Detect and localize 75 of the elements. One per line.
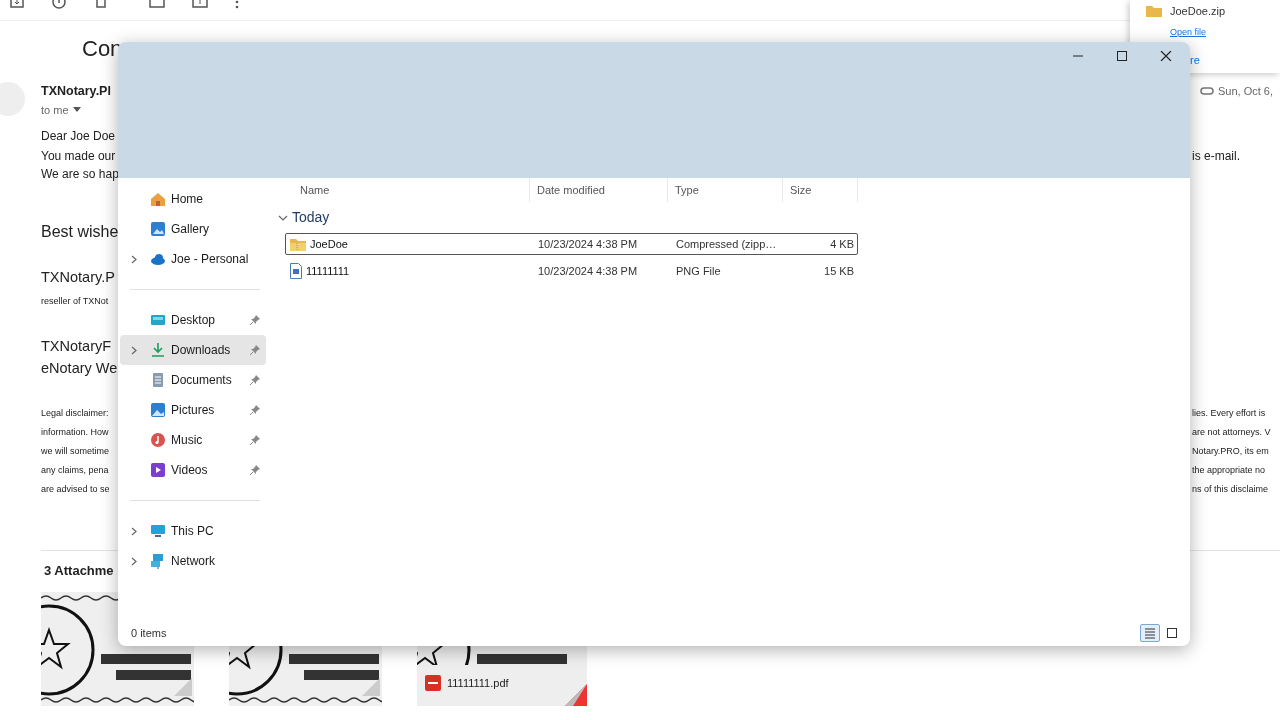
signature-text: TXNotary.P [41,268,115,288]
body-text: is e-mail. [1192,147,1241,165]
file-name: JoeDoe.zip [1170,4,1226,18]
file-date: 10/23/2024 4:38 PM [537,263,639,279]
details-view-icon [1144,626,1156,640]
music-icon [150,432,166,448]
show-more-link[interactable]: re [1190,52,1200,69]
open-file-link[interactable]: Open file [1170,27,1207,37]
column-header[interactable]: Name [285,178,530,202]
column-header[interactable]: Date modified [530,178,668,202]
chevron-icon [278,214,288,221]
disclaimer-text: Notary.PRO, its em [1192,444,1270,458]
caret-icon[interactable] [72,107,81,113]
download-icon [150,342,166,358]
disclaimer-text: are not attorneys. V [1192,425,1272,439]
sidebar-item[interactable]: Pictures [120,395,266,425]
desktop-icon [150,312,166,328]
attachments-heading: 3 Attachme [44,562,114,581]
column-header[interactable]: Type [668,178,783,202]
disclaimer-text: ns of this disclaime [1192,482,1270,496]
disclaimer-text: Legal disclaimer: [41,406,109,420]
zip-folder-icon [290,237,306,251]
file-name: 11111111 [306,263,350,279]
file-type: Compressed (zipp… [675,236,778,252]
body-text: You made our [41,147,116,165]
folder-icon [1146,4,1162,17]
sidebar-item[interactable]: Home [120,184,266,214]
pdf-icon [425,675,441,692]
sender-name: TXNotary.Pl [41,82,111,100]
sidebar-item[interactable]: Documents [120,365,266,395]
attachment-icon [1200,86,1214,96]
sidebar-item[interactable]: Network [120,546,266,576]
corner-fold-icon [565,684,587,706]
file-date: 10/23/2024 4:38 PM [537,236,639,252]
file-size: 15 KB [823,263,855,279]
body-text: Dear Joe Doe [41,128,116,145]
file-name: JoeDoe [310,236,348,252]
network-icon [150,553,166,569]
sidebar-item[interactable]: Gallery [120,214,266,244]
disclaimer-text: any claims, pena [41,463,109,477]
group-header[interactable]: Today [278,207,1190,228]
status-text: 0 items [131,625,167,641]
disclaimer-text: information. How [41,425,109,439]
image-file-icon [290,263,302,279]
body-text: We are so hap [41,166,119,183]
file-row[interactable]: JoeDoe 10/23/2024 4:38 PM Compressed (zipp… 4 KB [285,233,858,255]
sidebar-item[interactable]: This PC [120,516,266,546]
disclaimer-text: lies. Every effort is [1192,406,1267,420]
file-size: 4 KB [829,236,855,252]
sidebar-item[interactable]: Videos [120,455,266,485]
file-type: PNG File [675,263,722,279]
gallery-icon [150,221,166,237]
document-icon [150,372,166,388]
maximize-icon [1115,51,1129,61]
signoff-text: Best wishe [41,222,119,242]
recipient-label: to me [41,102,69,118]
sidebar-item[interactable]: Desktop [120,305,266,335]
close-icon [1159,51,1173,61]
cloud-icon [150,251,166,267]
disclaimer-text: the appropriate no [1192,463,1267,477]
file-row[interactable]: 11111111 10/23/2024 4:38 PM PNG File 15 KB [285,260,858,282]
tiles-view-icon [1166,626,1178,640]
home-icon [150,191,166,207]
picture-icon [150,402,166,418]
attachment-name: 11111111.pdf [447,676,509,691]
monitor-icon [150,523,166,539]
sidebar-item[interactable]: Downloads [120,335,266,365]
video-icon [150,462,166,478]
reseller-text: reseller of TXNot [41,295,109,309]
disclaimer-text: we will sometime [41,444,109,458]
column-header[interactable]: Size [783,178,858,202]
sidebar-item[interactable]: Joe - Personal [120,244,266,274]
email-date: Sun, Oct 6, [1218,83,1274,99]
sidebar-item[interactable]: Music [120,425,266,455]
disclaimer-text: are advised to se [41,482,110,496]
